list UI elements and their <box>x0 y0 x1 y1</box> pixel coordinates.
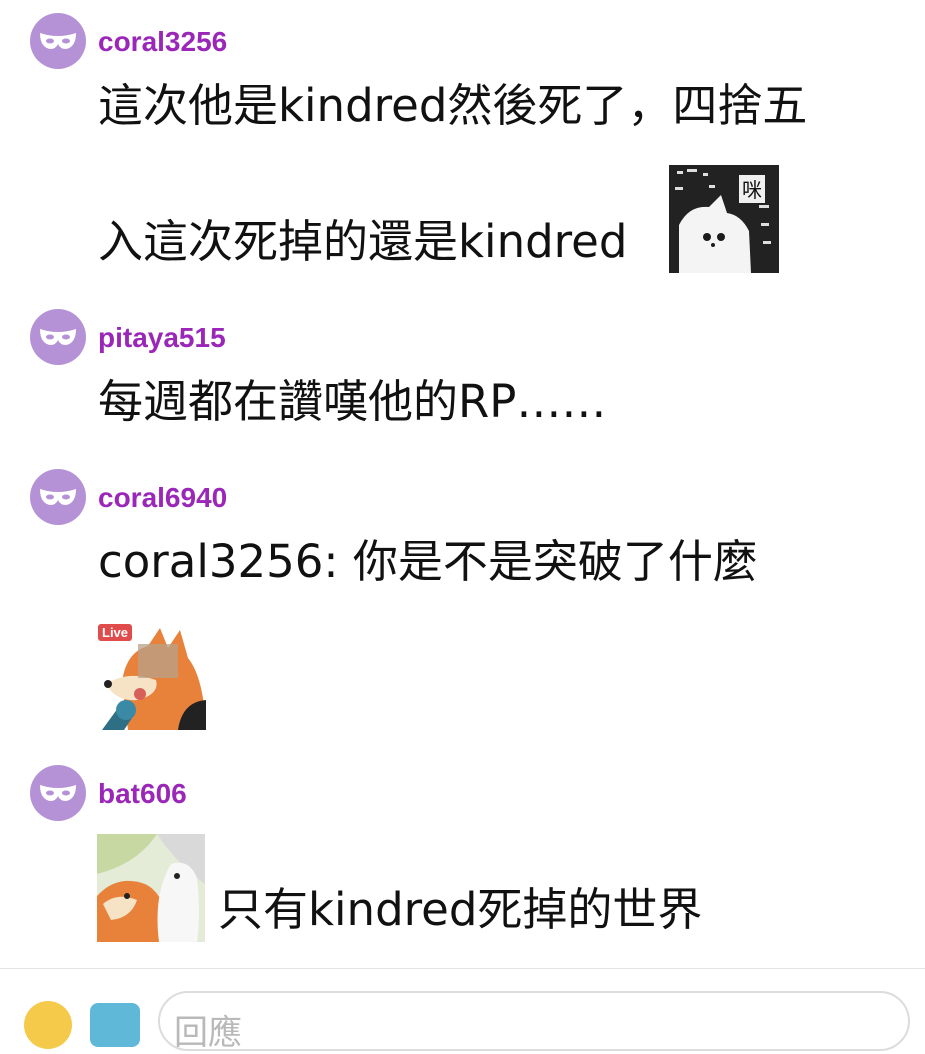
comment-text: 只有kindred死掉的世界 <box>218 883 703 936</box>
comment-item: pitaya515 每週都在讚嘆他的RP…… <box>0 300 925 460</box>
cat-sticker-icon: 咪 <box>669 165 779 273</box>
mask-icon <box>40 33 76 49</box>
username[interactable]: coral6940 <box>98 481 227 515</box>
fox-shocked-sticker[interactable] <box>97 834 205 942</box>
image-icon[interactable] <box>90 1003 140 1047</box>
reply-input[interactable] <box>158 991 910 1051</box>
mask-icon <box>40 329 76 345</box>
comment-item: coral6940 coral3256: 你是不是突破了什麼 Live <box>0 460 925 760</box>
avatar[interactable] <box>30 765 86 821</box>
avatar[interactable] <box>30 13 86 69</box>
emoji-icon[interactable] <box>24 1001 72 1049</box>
fox-live-microphone-sticker[interactable]: Live <box>98 622 206 730</box>
fox-sticker-icon <box>97 834 205 942</box>
username[interactable]: pitaya515 <box>98 321 226 355</box>
white-cat-meow-sticker[interactable]: 咪 <box>669 165 779 273</box>
svg-text:咪: 咪 <box>742 178 762 202</box>
comment-text: 入這次死掉的還是kindred <box>98 215 628 268</box>
username[interactable]: coral3256 <box>98 25 227 59</box>
mask-icon <box>40 785 76 801</box>
mask-icon <box>40 489 76 505</box>
comment-item: coral3256 這次他是kindred然後死了，四捨五 入這次死掉的還是ki… <box>0 0 925 300</box>
reply-placeholder: 回應 <box>174 1013 242 1053</box>
comment-text: 每週都在讚嘆他的RP…… <box>98 375 607 428</box>
username[interactable]: bat606 <box>98 777 187 811</box>
comment-text: coral3256: 你是不是突破了什麼 <box>98 535 758 588</box>
comment-text: 這次他是kindred然後死了，四捨五 <box>98 79 808 132</box>
live-badge: Live <box>98 624 133 641</box>
reply-bar: 回應 <box>0 968 925 1053</box>
avatar[interactable] <box>30 309 86 365</box>
comment-item: bat606 只有kindred死掉的世界 <box>0 760 925 968</box>
avatar[interactable] <box>30 469 86 525</box>
